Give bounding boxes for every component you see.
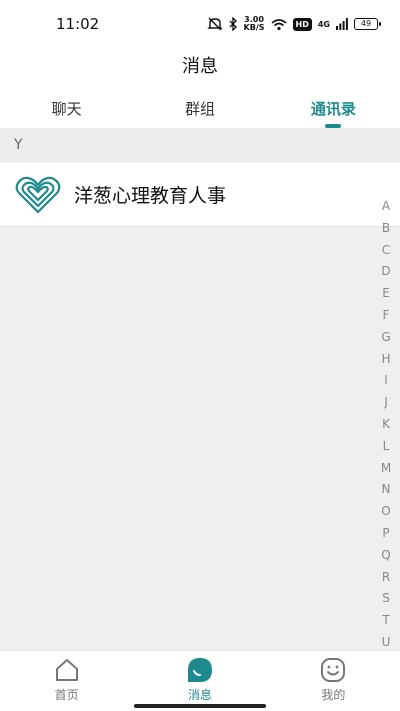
alphabet-index-letter[interactable]: J	[384, 392, 388, 414]
alphabet-index-letter[interactable]: S	[382, 588, 390, 610]
alphabet-index-letter[interactable]: B	[382, 218, 390, 240]
home-icon	[55, 659, 78, 681]
signal-label: 4G	[317, 19, 330, 29]
alphabet-index-letter[interactable]: D	[381, 261, 390, 283]
nav-profile[interactable]: 我的	[267, 651, 400, 711]
bluetooth-icon	[229, 17, 237, 31]
alphabet-index-letter[interactable]: L	[383, 436, 390, 458]
alphabet-index-letter[interactable]: N	[382, 479, 391, 501]
alphabet-index[interactable]: ABCDEFGHIJKLMNOPQRSTU	[378, 196, 394, 654]
hd-badge: HD	[292, 17, 312, 31]
tab-label: 聊天	[51, 100, 82, 118]
nav-messages[interactable]: 消息	[133, 651, 266, 711]
alphabet-index-letter[interactable]: M	[381, 458, 391, 480]
alphabet-index-letter[interactable]: C	[382, 240, 390, 262]
tab-label: 通讯录	[310, 100, 356, 118]
alphabet-index-letter[interactable]: P	[382, 523, 389, 545]
nav-home[interactable]: 首页	[0, 651, 133, 711]
contact-list-item[interactable]: 洋葱心理教育人事	[0, 163, 400, 227]
tab-groups[interactable]: 群组	[133, 96, 266, 128]
net-speed-unit: KB/S	[243, 23, 265, 32]
alphabet-index-letter[interactable]: I	[384, 370, 388, 392]
alphabet-index-letter[interactable]: Q	[381, 545, 390, 567]
nav-label: 首页	[54, 688, 79, 702]
page-title: 消息	[182, 56, 218, 77]
heart-logo-icon	[15, 176, 61, 213]
contact-name: 洋葱心理教育人事	[74, 185, 227, 207]
tab-bar: 聊天 群组 通讯录	[0, 96, 400, 128]
tab-label: 群组	[184, 100, 215, 118]
home-indicator	[134, 704, 266, 708]
alphabet-index-letter[interactable]: A	[382, 196, 390, 218]
wifi-icon	[270, 18, 287, 30]
message-icon	[187, 658, 212, 682]
nav-label: 我的	[321, 688, 346, 702]
tab-contacts[interactable]: 通讯录	[267, 96, 400, 128]
alphabet-index-letter[interactable]: H	[381, 349, 390, 371]
battery-icon: 49	[354, 18, 381, 30]
status-icons: 3.00 KB/S HD 4G 49	[206, 15, 381, 33]
alphabet-index-letter[interactable]: G	[381, 327, 390, 349]
signal-icon	[336, 18, 348, 30]
mute-icon	[206, 17, 223, 31]
section-header: Y	[0, 128, 400, 162]
tab-chat[interactable]: 聊天	[0, 96, 133, 128]
nav-label: 消息	[187, 688, 212, 702]
net-speed: 3.00 KB/S	[244, 16, 265, 32]
alphabet-index-letter[interactable]: F	[383, 305, 390, 327]
status-time: 11:02	[56, 15, 100, 33]
alphabet-index-letter[interactable]: T	[382, 610, 389, 632]
alphabet-index-letter[interactable]: R	[382, 567, 390, 589]
status-bar: 11:02 3.00 KB/S HD 4G 49	[0, 0, 400, 48]
profile-icon	[321, 658, 346, 682]
bottom-nav: 首页 消息 我的	[0, 650, 400, 711]
alphabet-index-letter[interactable]: K	[382, 414, 390, 436]
alphabet-index-letter[interactable]: E	[382, 283, 390, 305]
alphabet-index-letter[interactable]: O	[381, 501, 390, 523]
